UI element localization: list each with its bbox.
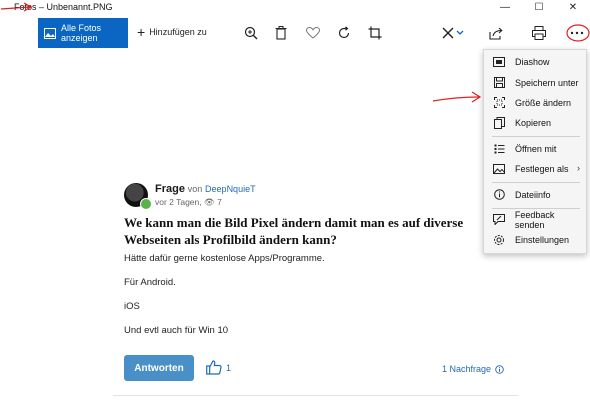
all-photos-label: Alle Fotos anzeigen bbox=[61, 23, 102, 43]
menu-item-slideshow[interactable]: Diashow bbox=[484, 52, 586, 71]
menu-separator bbox=[492, 136, 580, 137]
followup-link[interactable]: 1 Nachfrage bbox=[442, 364, 504, 374]
window-title: Fotos – Unbenannt.PNG bbox=[14, 2, 113, 12]
question-body-4: Und evtl auch für Win 10 bbox=[124, 325, 229, 336]
heart-icon[interactable] bbox=[304, 24, 322, 42]
share-icon[interactable] bbox=[487, 24, 505, 42]
title-bar: Fotos – Unbenannt.PNG — ☐ ✕ bbox=[0, 0, 590, 16]
menu-item-open-with[interactable]: Öffnen mit bbox=[484, 139, 586, 158]
menu-item-set-as[interactable]: Festlegen als › bbox=[484, 159, 586, 178]
add-to-button[interactable]: + Hinzufügen zu bbox=[137, 24, 207, 40]
menu-item-feedback[interactable]: Feedback senden bbox=[484, 209, 586, 230]
question-body-3: iOS bbox=[124, 301, 140, 312]
avatar-badge bbox=[140, 198, 152, 210]
menu-label: Kopieren bbox=[515, 117, 552, 128]
author-link[interactable]: DeepNquieT bbox=[205, 184, 256, 194]
minimize-button[interactable]: — bbox=[488, 0, 522, 16]
add-to-label: Hinzufügen zu bbox=[149, 27, 207, 37]
menu-item-settings[interactable]: Einstellungen bbox=[484, 230, 586, 249]
menu-separator bbox=[492, 182, 580, 183]
post-type: Frage bbox=[155, 183, 185, 195]
post-meta: Frage von DeepNquieT bbox=[155, 183, 256, 195]
print-icon[interactable] bbox=[530, 24, 548, 42]
menu-label: Einstellungen bbox=[515, 234, 570, 245]
set-as-icon bbox=[492, 162, 506, 176]
divider bbox=[113, 395, 518, 396]
trash-icon[interactable] bbox=[272, 24, 290, 42]
menu-label: Festlegen als bbox=[515, 163, 569, 174]
resize-icon bbox=[492, 96, 506, 110]
question-body-2: Für Android. bbox=[124, 277, 176, 288]
info-circle-icon bbox=[495, 364, 504, 374]
menu-label: Diashow bbox=[515, 56, 550, 67]
save-icon bbox=[492, 76, 506, 90]
open-with-icon bbox=[492, 142, 506, 156]
menu-item-copy[interactable]: Kopieren bbox=[484, 113, 586, 132]
crop-icon[interactable] bbox=[366, 24, 384, 42]
more-icon[interactable] bbox=[567, 24, 587, 42]
menu-label: Dateiinfo bbox=[515, 189, 551, 200]
menu-item-file-info[interactable]: Dateiinfo bbox=[484, 185, 586, 204]
post-time-views: vor 2 Tagen, 👁 7 bbox=[155, 197, 222, 207]
followup-label: 1 Nachfrage bbox=[442, 364, 492, 374]
menu-item-save-as[interactable]: Speichern unter bbox=[484, 73, 586, 92]
von-label: von bbox=[187, 184, 203, 194]
plus-icon: + bbox=[137, 24, 146, 40]
rotate-icon[interactable] bbox=[335, 24, 353, 42]
zoom-icon[interactable] bbox=[242, 24, 260, 42]
question-body-1: Hätte dafür gerne kostenlose Apps/Progra… bbox=[124, 253, 325, 264]
like-button[interactable]: 1 bbox=[206, 360, 231, 375]
close-button[interactable]: ✕ bbox=[556, 0, 590, 16]
menu-item-resize[interactable]: Größe ändern bbox=[484, 93, 586, 112]
annotation-arrow-resize bbox=[432, 91, 482, 103]
menu-label: Speichern unter bbox=[515, 77, 579, 88]
maximize-button[interactable]: ☐ bbox=[522, 0, 556, 16]
chevron-right-icon: › bbox=[577, 163, 580, 173]
like-count: 1 bbox=[226, 362, 232, 373]
feedback-icon bbox=[492, 213, 506, 227]
info-icon bbox=[492, 188, 506, 202]
settings-icon bbox=[492, 233, 506, 247]
copy-icon bbox=[492, 116, 506, 130]
menu-label: Öffnen mit bbox=[515, 143, 557, 154]
gallery-icon bbox=[44, 27, 56, 39]
menu-label: Feedback senden bbox=[514, 209, 555, 230]
answer-button[interactable]: Antworten bbox=[124, 355, 194, 381]
menu-label: Größe ändern bbox=[515, 97, 572, 108]
slideshow-icon bbox=[492, 55, 506, 69]
edit-icon[interactable] bbox=[441, 24, 465, 42]
question-title: We kann man die Bild Pixel ändern damit … bbox=[124, 215, 464, 247]
thumbs-up-icon bbox=[206, 360, 222, 375]
all-photos-button[interactable]: Alle Fotos anzeigen bbox=[38, 18, 128, 48]
more-menu: Diashow Speichern unter Größe ändern Kop… bbox=[483, 49, 587, 254]
